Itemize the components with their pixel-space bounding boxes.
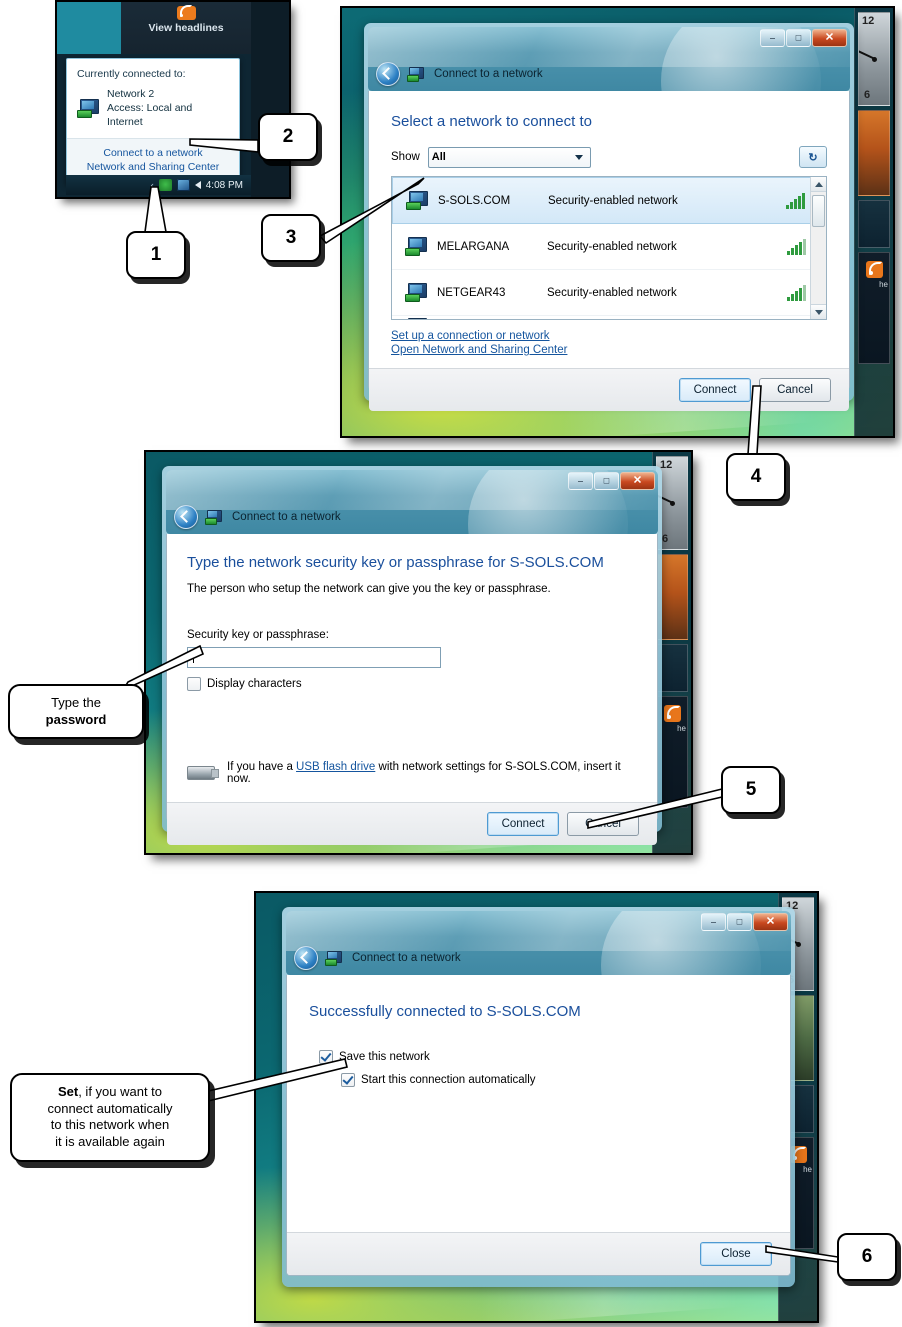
- bubble-auto-line3: to this network when: [50, 1117, 170, 1133]
- bubble-auto-bold: Set: [57, 1084, 79, 1099]
- callout-number-4: 4: [726, 453, 786, 501]
- tutorial-canvas: View headlines Currently connected to: N…: [0, 0, 902, 1327]
- bubble-auto-rest: , if you want to: [78, 1084, 163, 1099]
- callout-number-1: 1: [126, 231, 186, 279]
- callout-number-3: 3: [261, 214, 321, 262]
- callout-bubble-autoconnect: Set, if you want to connect automaticall…: [10, 1073, 210, 1162]
- callout-bubble-password: Type the password: [8, 684, 144, 740]
- callout-number-6: 6: [837, 1233, 897, 1281]
- callout-number-5: 5: [721, 766, 781, 814]
- bubble-auto-line4: it is available again: [55, 1133, 165, 1149]
- bubble-password-line1: Type the: [51, 695, 101, 710]
- bubble-auto-line2: connect automatically: [47, 1100, 173, 1116]
- callout-number-2: 2: [258, 113, 318, 161]
- bubble-auto-line1: Set, if you want to: [24, 1084, 196, 1101]
- bubble-password-line2: password: [45, 711, 107, 727]
